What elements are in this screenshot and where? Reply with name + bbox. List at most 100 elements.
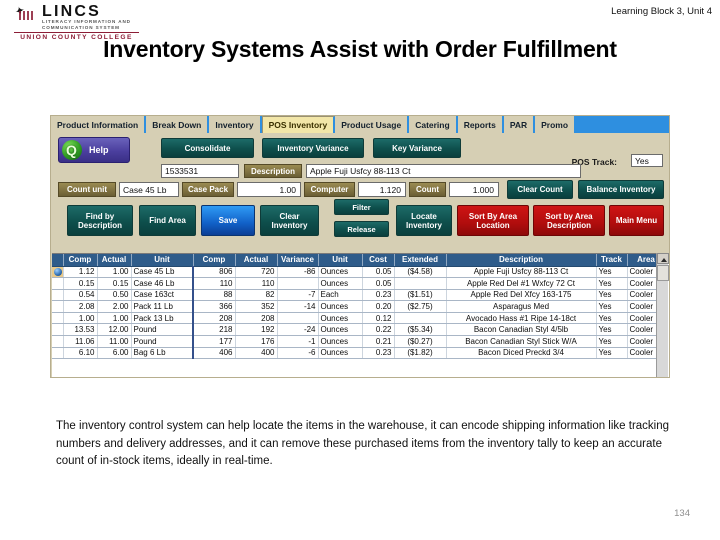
cell-comp1[interactable]: 11.06	[63, 335, 98, 348]
cell-extended[interactable]	[394, 277, 447, 290]
cell-unit2[interactable]: Ounces	[318, 300, 363, 313]
cell-description[interactable]: Apple Red Del Xfcy 163-175	[446, 289, 597, 302]
cell-track[interactable]: Yes	[596, 277, 628, 290]
column-header-unit-2[interactable]: Unit	[131, 254, 194, 267]
cell-actual2[interactable]: 192	[235, 323, 278, 337]
cell-extended[interactable]: ($0.27)	[394, 335, 447, 348]
cell-unit1[interactable]: Bag 6 Lb	[131, 347, 194, 360]
cell-extended[interactable]: ($4.58)	[394, 266, 447, 279]
cell-actual2[interactable]: 352	[235, 300, 278, 313]
table-row[interactable]: 13.53 12.00 Pound 218 192 -24 Ounces 0.22 ($5.34…	[52, 323, 666, 337]
balance-inventory-button[interactable]: Balance Inventory	[578, 180, 664, 199]
cell-comp2[interactable]: 806	[192, 266, 236, 279]
cell-variance[interactable]: -7	[277, 289, 319, 302]
cell-comp2[interactable]: 406	[192, 347, 236, 360]
cell-comp1[interactable]: 1.12	[63, 266, 98, 279]
cell-unit1[interactable]: Pack 11 Lb	[131, 300, 194, 313]
table-row[interactable]: 1.00 1.00 Pack 13 Lb 208 208 Ounces 0.12 Avocad…	[52, 312, 666, 325]
cell-description[interactable]: Bacon Diced Preckd 3/4	[446, 347, 597, 360]
cell-cost[interactable]: 0.05	[362, 266, 395, 279]
cell-description[interactable]: Avocado Hass #1 Ripe 14-18ct	[446, 312, 597, 325]
count-unit-field[interactable]: Case 45 Lb	[119, 182, 179, 197]
tab-pos-inventory[interactable]: POS Inventory	[261, 116, 336, 133]
cell-actual2[interactable]: 110	[235, 277, 278, 290]
release-button[interactable]: Release	[334, 221, 389, 237]
cell-cost[interactable]: 0.21	[362, 335, 395, 348]
cell-actual1[interactable]: 11.00	[97, 335, 132, 348]
cell-unit1[interactable]: Case 45 Lb	[131, 266, 194, 279]
save-button[interactable]: Save	[201, 205, 255, 236]
cell-variance[interactable]: -24	[277, 323, 319, 337]
cell-comp1[interactable]: 0.54	[63, 289, 98, 302]
cell-cost[interactable]: 0.23	[362, 289, 395, 302]
description-field[interactable]: Apple Fuji Usfcy 88-113 Ct	[306, 164, 581, 178]
cell-extended[interactable]	[394, 312, 447, 325]
row-selector[interactable]	[52, 323, 64, 337]
cell-cost[interactable]: 0.23	[362, 347, 395, 360]
row-selector-current-icon[interactable]	[52, 266, 64, 279]
cell-unit2[interactable]: Ounces	[318, 323, 363, 337]
cell-description[interactable]: Asparagus Med	[446, 300, 597, 313]
row-selector[interactable]	[52, 277, 64, 290]
column-header-track-10[interactable]: Track	[596, 254, 628, 267]
cell-actual2[interactable]: 400	[235, 347, 278, 360]
cell-extended[interactable]: ($2.75)	[394, 300, 447, 313]
cell-track[interactable]: Yes	[596, 335, 628, 348]
cell-actual2[interactable]: 82	[235, 289, 278, 302]
column-header-comp-3[interactable]: Comp	[193, 254, 236, 267]
cell-unit2[interactable]: Ounces	[318, 312, 363, 325]
column-header-actual-1[interactable]: Actual	[97, 254, 132, 267]
tab-product-information[interactable]: Product Information	[51, 116, 147, 133]
cell-track[interactable]: Yes	[596, 347, 628, 360]
cell-variance[interactable]: -14	[277, 300, 319, 313]
scroll-up-arrow-icon[interactable]	[657, 253, 669, 264]
sort-by-area-location-button[interactable]: Sort By Area Location	[457, 205, 529, 236]
cell-unit1[interactable]: Pound	[131, 323, 194, 337]
sort-by-area-description-button[interactable]: Sort by Area Description	[533, 205, 605, 236]
cell-description[interactable]: Apple Fuji Usfcy 88-113 Ct	[446, 266, 597, 279]
cell-comp1[interactable]: 1.00	[63, 312, 98, 325]
cell-actual1[interactable]: 1.00	[97, 312, 132, 325]
cell-unit2[interactable]: Ounces	[318, 335, 363, 348]
cell-variance[interactable]: -1	[277, 335, 319, 348]
cell-cost[interactable]: 0.12	[362, 312, 395, 325]
tab-inventory[interactable]: Inventory	[209, 116, 262, 133]
cell-extended[interactable]: ($1.51)	[394, 289, 447, 302]
row-selector[interactable]	[52, 289, 64, 302]
cell-track[interactable]: Yes	[596, 323, 628, 337]
case-pack-field[interactable]: 1.00	[237, 182, 301, 197]
locate-inventory-button[interactable]: Locate Inventory	[396, 205, 452, 236]
cell-description[interactable]: Apple Red Del #1 Wxfcy 72 Ct	[446, 277, 597, 290]
cell-track[interactable]: Yes	[596, 300, 628, 313]
cell-actual1[interactable]: 0.50	[97, 289, 132, 302]
filter-button[interactable]: Filter	[334, 199, 389, 215]
cell-unit2[interactable]: Ounces	[318, 277, 363, 290]
tab-reports[interactable]: Reports	[457, 116, 504, 133]
tab-break-down[interactable]: Break Down	[146, 116, 210, 133]
cell-track[interactable]: Yes	[596, 266, 628, 279]
tab-catering[interactable]: Catering	[409, 116, 459, 133]
cell-comp1[interactable]: 0.15	[63, 277, 98, 290]
cell-comp2[interactable]: 218	[192, 323, 236, 337]
cell-actual2[interactable]: 720	[235, 266, 278, 279]
computer-button[interactable]: Computer	[304, 182, 355, 197]
cell-comp2[interactable]: 366	[192, 300, 236, 313]
row-selector[interactable]	[52, 335, 64, 348]
row-selector[interactable]	[52, 300, 64, 313]
pos-track-value-field[interactable]: Yes	[631, 154, 663, 167]
table-row[interactable]: 1.12 1.00 Case 45 Lb 806 720 -86 Ounces 0.05 ($4…	[52, 266, 666, 279]
cell-comp1[interactable]: 13.53	[63, 323, 98, 337]
count-button[interactable]: Count	[409, 182, 446, 197]
cell-comp2[interactable]: 177	[192, 335, 236, 348]
row-selector[interactable]	[52, 347, 64, 360]
column-header-cost-7[interactable]: Cost	[362, 254, 395, 267]
help-button[interactable]: Help	[58, 137, 130, 163]
cell-actual1[interactable]: 6.00	[97, 347, 132, 360]
cell-comp2[interactable]: 110	[192, 277, 236, 290]
cell-unit1[interactable]: Case 46 Lb	[131, 277, 194, 290]
cell-unit2[interactable]: Ounces	[318, 266, 363, 279]
cell-track[interactable]: Yes	[596, 312, 628, 325]
cell-cost[interactable]: 0.05	[362, 277, 395, 290]
column-header-variance-5[interactable]: Variance	[277, 254, 319, 267]
cell-cost[interactable]: 0.20	[362, 300, 395, 313]
